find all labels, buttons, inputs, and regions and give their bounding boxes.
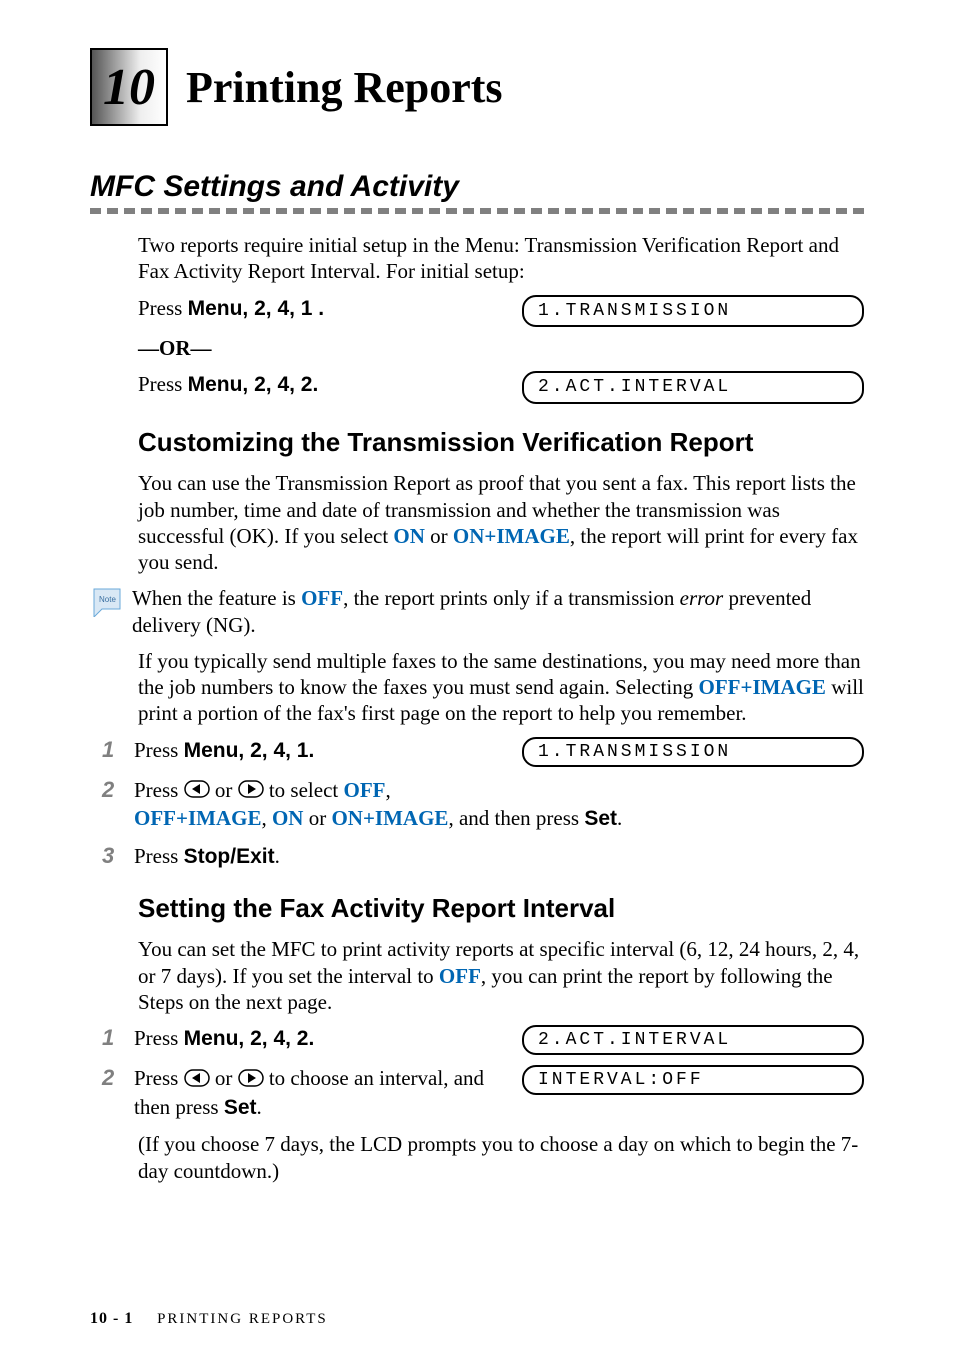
press-prefix: Press <box>138 372 188 396</box>
left-arrow-icon <box>184 1067 210 1094</box>
step-1-text: Press Menu, 2, 4, 2. <box>134 1025 510 1052</box>
left-arrow-icon <box>184 778 210 805</box>
text: or <box>215 778 238 802</box>
on-option: ON <box>272 806 304 830</box>
on-option: ON <box>393 524 425 548</box>
step-number: 2 <box>102 777 122 803</box>
step-number: 3 <box>102 843 122 869</box>
text: . <box>617 806 622 830</box>
on-image-option: ON+IMAGE <box>453 524 570 548</box>
text: , <box>261 806 272 830</box>
subsection-title-interval: Setting the Fax Activity Report Interval <box>138 892 864 925</box>
key-sequence: , 2, 4, 1 . <box>242 297 324 320</box>
text: , and then press <box>448 806 584 830</box>
press-prefix: Press <box>138 296 188 320</box>
press-line-2: Press Menu, 2, 4, 2. <box>138 371 522 398</box>
off-option: OFF <box>343 778 385 802</box>
page-footer: 10 - 1 PRINTING REPORTS <box>90 1310 328 1328</box>
set-key: Set <box>584 807 617 830</box>
text: or <box>303 806 331 830</box>
off-image-option: OFF+IMAGE <box>134 806 261 830</box>
text: or <box>215 1066 238 1090</box>
subsection1-para1: You can use the Transmission Report as p… <box>138 470 864 575</box>
footer-label: PRINTING REPORTS <box>157 1311 328 1327</box>
step-3-text: Press Stop/Exit. <box>134 843 864 870</box>
text: Press <box>134 844 184 868</box>
step-2-text: Press or to choose an interval, and then… <box>134 1065 510 1121</box>
off-option: OFF <box>439 964 481 988</box>
key-sequence: , 2, 4, 1. <box>238 739 314 762</box>
key-sequence: , 2, 4, 2. <box>242 373 318 396</box>
right-arrow-icon <box>238 1067 264 1094</box>
note-icon: Note <box>90 587 124 622</box>
press-line-1: Press Menu, 2, 4, 1 . <box>138 295 522 322</box>
off-option: OFF <box>301 586 343 610</box>
or-separator: —OR— <box>138 335 864 361</box>
section-intro: Two reports require initial setup in the… <box>138 232 864 285</box>
text: Press <box>134 1066 184 1090</box>
off-image-option: OFF+IMAGE <box>698 675 825 699</box>
subsection2-para: You can set the MFC to print activity re… <box>138 936 864 1015</box>
note-label: Note <box>99 595 116 604</box>
menu-key: Menu <box>184 1027 239 1050</box>
error-word: error <box>680 586 724 610</box>
note-text: When the feature is OFF, the report prin… <box>132 585 864 638</box>
set-key: Set <box>224 1096 257 1119</box>
text: to select <box>269 778 344 802</box>
text: , the report prints only if a transmissi… <box>343 586 680 610</box>
menu-key: Menu <box>184 739 239 762</box>
lcd-act-interval: 2.ACT.INTERVAL <box>522 371 864 404</box>
section-divider <box>90 208 864 214</box>
page-number: 10 - 1 <box>90 1310 133 1327</box>
text: When the feature is <box>132 586 301 610</box>
text: Press <box>134 778 184 802</box>
step-number: 2 <box>102 1065 122 1091</box>
text: Press <box>134 1026 184 1050</box>
lcd-transmission: 1.TRANSMISSION <box>522 295 864 328</box>
text: . <box>275 844 280 868</box>
step-2-text: Press or to select OFF, OFF+IMAGE, ON or… <box>134 777 864 833</box>
menu-key: Menu <box>188 297 243 320</box>
lcd-interval-off: INTERVAL:OFF <box>522 1065 864 1095</box>
chapter-header: 10 Printing Reports <box>90 48 864 126</box>
menu-key: Menu <box>188 373 243 396</box>
subsection-title-transmission: Customizing the Transmission Verificatio… <box>138 426 864 459</box>
step-number: 1 <box>102 1025 122 1051</box>
subsection1-para2: If you typically send multiple faxes to … <box>138 648 864 727</box>
lcd-act-interval: 2.ACT.INTERVAL <box>522 1025 864 1055</box>
chapter-title: Printing Reports <box>186 62 503 113</box>
text: . <box>257 1095 262 1119</box>
lcd-transmission: 1.TRANSMISSION <box>522 737 864 767</box>
section-title: MFC Settings and Activity <box>90 170 864 204</box>
subsection2-tail: (If you choose 7 days, the LCD prompts y… <box>138 1131 864 1184</box>
text: Press <box>134 738 184 762</box>
step-number: 1 <box>102 737 122 763</box>
text: or <box>425 524 453 548</box>
key-sequence: , 2, 4, 2. <box>238 1027 314 1050</box>
stop-exit-key: Stop/Exit <box>184 845 275 868</box>
right-arrow-icon <box>238 778 264 805</box>
step-1-text: Press Menu, 2, 4, 1. <box>134 737 510 764</box>
chapter-number-badge: 10 <box>90 48 168 126</box>
on-image-option: ON+IMAGE <box>331 806 448 830</box>
